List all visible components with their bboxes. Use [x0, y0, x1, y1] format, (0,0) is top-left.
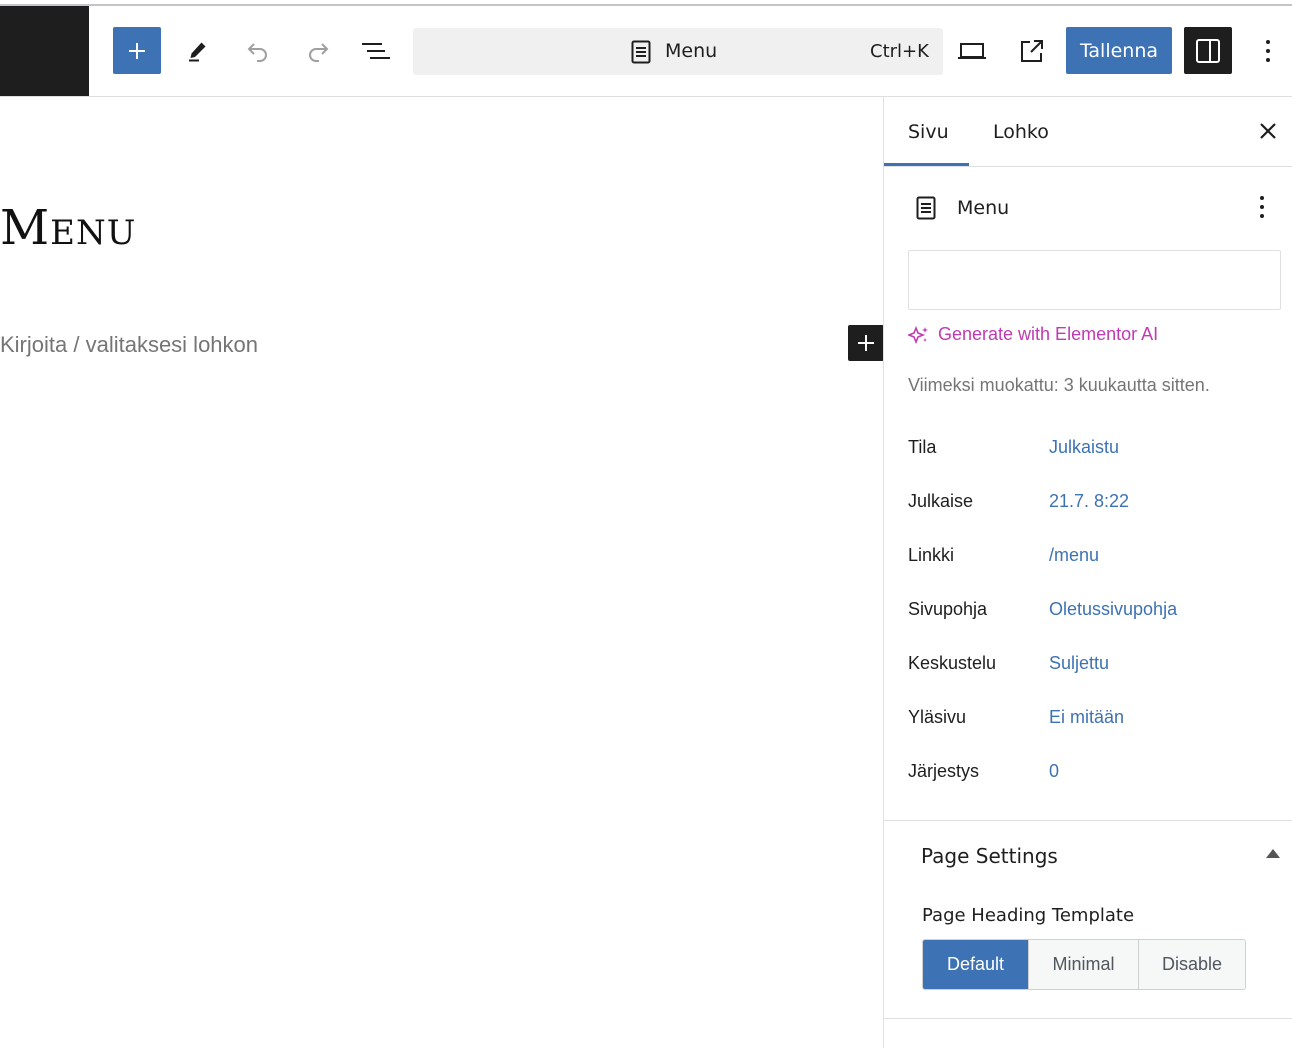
inline-block-inserter[interactable]	[848, 325, 884, 361]
divider	[884, 1018, 1292, 1019]
property-row-status: Tila Julkaistu	[908, 437, 1278, 467]
property-row-template: Sivupohja Oletussivupohja	[908, 599, 1278, 629]
property-value-link[interactable]: 0	[1049, 761, 1059, 782]
list-view-button[interactable]	[354, 27, 398, 74]
option-disable-button[interactable]: Disable	[1139, 940, 1245, 989]
property-row-publish: Julkaise 21.7. 8:22	[908, 491, 1278, 521]
divider	[884, 820, 1292, 821]
undo-icon	[247, 42, 267, 62]
undo-button[interactable]	[236, 27, 280, 74]
excerpt-field[interactable]	[908, 250, 1281, 310]
page-settings-title[interactable]: Page Settings	[921, 844, 1058, 868]
property-label: Tila	[908, 437, 937, 457]
more-vertical-icon	[1260, 196, 1264, 218]
redo-icon	[309, 42, 329, 62]
property-value-link[interactable]: 21.7. 8:22	[1049, 491, 1129, 512]
property-value-link[interactable]: Ei mitään	[1049, 707, 1124, 728]
desktop-icon	[958, 42, 986, 59]
page-heading-template-label: Page Heading Template	[922, 905, 1135, 926]
property-label: Sivupohja	[908, 599, 988, 619]
list-view-icon	[362, 42, 390, 59]
active-tab-indicator	[884, 163, 969, 166]
settings-sidebar: Sivu Lohko Menu Generate with Elementor …	[883, 97, 1292, 1048]
property-value-link[interactable]: /menu	[1049, 545, 1099, 566]
sidebar-icon	[1196, 38, 1220, 63]
page-title[interactable]: Menu	[0, 200, 136, 256]
property-row-parent: Yläsivu Ei mitään	[908, 707, 1278, 737]
document-actions-button[interactable]	[1252, 193, 1272, 221]
property-value-link[interactable]: Oletussivupohja	[1049, 599, 1177, 620]
redo-button[interactable]	[296, 27, 340, 74]
block-inserter-toggle[interactable]	[113, 27, 161, 74]
document-title: Menu	[957, 197, 1010, 219]
block-placeholder[interactable]: Kirjoita / valitaksesi lohkon	[0, 332, 258, 358]
property-row-discussion: Keskustelu Suljettu	[908, 653, 1278, 683]
chevron-up-icon[interactable]	[1266, 849, 1280, 858]
site-hub[interactable]	[0, 6, 89, 96]
property-value-link[interactable]: Suljettu	[1049, 653, 1109, 674]
property-label: Julkaise	[908, 491, 974, 511]
pencil-icon	[189, 42, 206, 61]
command-bar-shortcut: Ctrl+K	[870, 41, 929, 62]
close-icon	[1260, 123, 1276, 139]
tab-block[interactable]: Lohko	[993, 121, 1049, 143]
elementor-ai-label: Generate with Elementor AI	[938, 324, 1159, 344]
preview-button[interactable]	[950, 27, 994, 74]
property-label: Keskustelu	[908, 653, 997, 673]
elementor-ai-link[interactable]: Generate with Elementor AI	[908, 324, 1158, 345]
more-vertical-icon	[1266, 39, 1270, 62]
editor-canvas[interactable]: Menu Kirjoita / valitaksesi lohkon	[0, 97, 884, 1048]
page-icon	[631, 40, 651, 64]
save-button[interactable]: Tallenna	[1066, 27, 1172, 74]
property-label: Linkki	[908, 545, 955, 565]
view-page-button[interactable]	[1010, 27, 1054, 74]
tab-page[interactable]: Sivu	[908, 121, 949, 143]
external-link-icon	[1021, 39, 1043, 62]
close-sidebar-button[interactable]	[1256, 119, 1280, 143]
property-value-link[interactable]: Julkaistu	[1049, 437, 1119, 458]
command-bar-title: Menu	[665, 40, 718, 62]
option-minimal-button[interactable]: Minimal	[1029, 940, 1139, 989]
plus-icon	[858, 335, 874, 351]
tools-button[interactable]	[176, 27, 220, 74]
editor-header: Menu Ctrl+K Tallenna	[0, 6, 1292, 97]
sidebar-tabs: Sivu Lohko	[884, 97, 1292, 167]
page-icon	[916, 196, 936, 220]
settings-toggle-button[interactable]	[1184, 27, 1232, 74]
property-row-order: Järjestys 0	[908, 761, 1278, 791]
last-edited-text: Viimeksi muokattu: 3 kuukautta sitten.	[908, 375, 1210, 395]
option-default-button[interactable]: Default	[923, 940, 1029, 989]
page-heading-template-toggle: Default Minimal Disable	[922, 939, 1246, 990]
property-label: Järjestys	[908, 761, 980, 781]
options-menu-button[interactable]	[1250, 27, 1286, 74]
sparkle-icon	[908, 325, 928, 344]
property-label: Yläsivu	[908, 707, 967, 727]
property-row-link: Linkki /menu	[908, 545, 1278, 575]
plus-icon	[129, 42, 145, 59]
